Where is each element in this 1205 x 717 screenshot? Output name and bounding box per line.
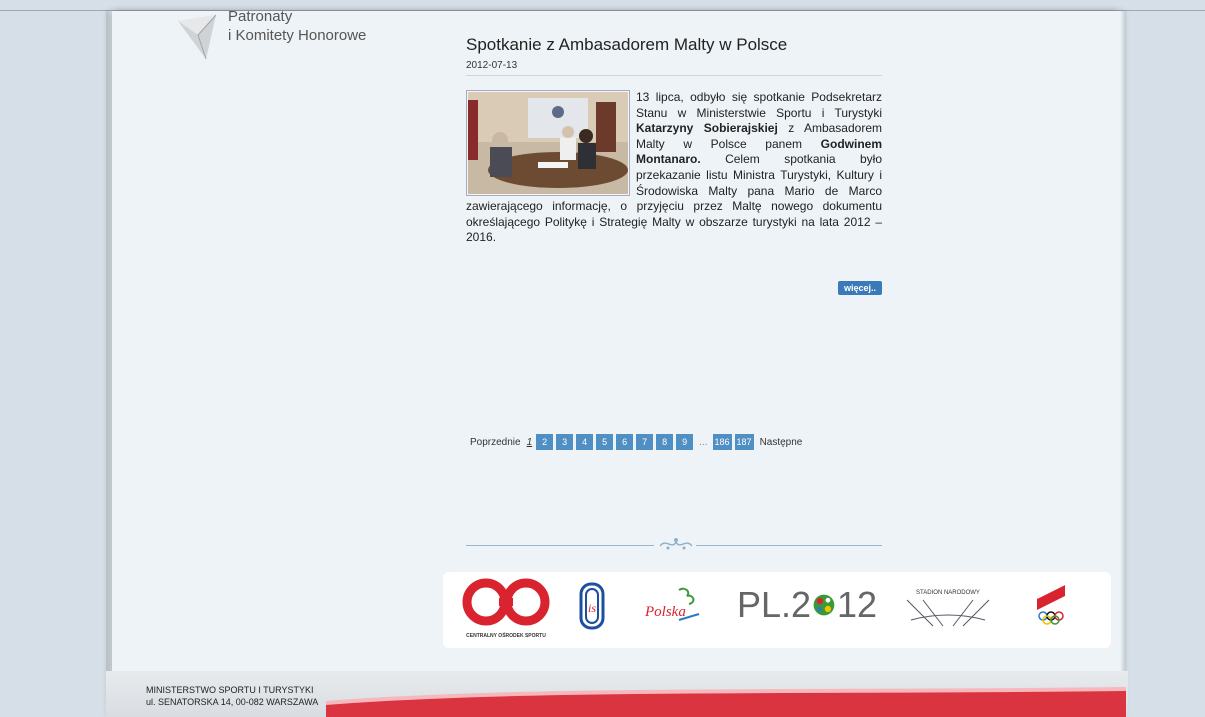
- sport-federation-logo[interactable]: is: [579, 582, 605, 632]
- pagination-page[interactable]: 8: [656, 434, 674, 450]
- polska-text: Polska: [644, 604, 686, 620]
- article-divider: [466, 75, 882, 76]
- pl2012-text-a: PL.2: [737, 584, 812, 625]
- pagination: Poprzednie 1 2 3 4 5 6 7 8 9 ... 186 187…: [470, 433, 802, 451]
- ornament-line-left: [466, 545, 654, 546]
- article-body: 13 lipca, odbyło się spotkanie Podsekret…: [466, 90, 882, 246]
- polska-logo-graphic: Polska: [644, 587, 700, 621]
- stadium-graphic-icon: STADION NARODOWY: [906, 590, 990, 627]
- footer-street-address: ul. SENATORSKA 14, 00-082 WARSZAWA: [146, 697, 319, 707]
- footer-address: MINISTERSTWO SPORTU I TURYSTYKI ul. SENA…: [146, 684, 318, 708]
- pagination-page[interactable]: 6: [616, 434, 634, 450]
- patronaty-link[interactable]: Patronaty i Komitety Honorowe: [172, 8, 392, 61]
- patronaty-label-line2: i Komitety Honorowe: [228, 27, 367, 44]
- svg-text:is: is: [588, 601, 596, 615]
- pagination-page[interactable]: 7: [636, 434, 654, 450]
- stadion-text: STADION NARODOWY: [916, 590, 980, 596]
- pagination-page[interactable]: 5: [596, 434, 614, 450]
- article-date: 2012-07-13: [466, 60, 518, 71]
- pagination-current: 1: [526, 436, 533, 448]
- cos-logo[interactable]: CENTRALNY OŚRODEK SPORTU: [461, 578, 551, 639]
- cos-caption: CENTRALNY OŚRODEK SPORTU: [466, 633, 546, 639]
- ornament-flourish-icon: [659, 538, 693, 550]
- footer-flag-wave: [326, 687, 1126, 717]
- pl2012-logo[interactable]: PL.2 12: [737, 584, 877, 626]
- page-shadow-right: [1120, 11, 1126, 671]
- footer-ministry-name: MINISTERSTWO SPORTU I TURYSTYKI: [146, 685, 314, 695]
- pagination-page[interactable]: 187: [734, 434, 754, 450]
- pagination-page[interactable]: 2: [536, 434, 554, 450]
- pagination-page[interactable]: 9: [676, 434, 694, 450]
- ornament-line-right: [696, 545, 882, 546]
- football-icon: [813, 594, 835, 616]
- article-text-intro: 13 lipca, odbyło się spotkanie Podsekret…: [636, 90, 882, 120]
- pagination-prev[interactable]: Poprzednie: [470, 437, 521, 448]
- meeting-photo-image: [468, 92, 628, 194]
- patronaty-label-line1: Patronaty: [228, 8, 293, 25]
- pagination-page[interactable]: 4: [576, 434, 594, 450]
- cos-emblem-icon: [462, 578, 550, 626]
- paper-plane-icon: [178, 14, 217, 60]
- pl2012-text-b: 12: [836, 584, 877, 625]
- article-photo[interactable]: [466, 90, 630, 196]
- article-text-name1: Katarzyny Sobierajskiej: [636, 121, 778, 136]
- pagination-next[interactable]: Następne: [760, 437, 803, 448]
- article-title[interactable]: Spotkanie z Ambasadorem Malty w Polsce: [466, 34, 882, 56]
- partner-logos-bar: CENTRALNY OŚRODEK SPORTU is Polska PL.2 …: [443, 572, 1111, 648]
- pagination-page[interactable]: 3: [556, 434, 574, 450]
- pagination-ellipsis: ...: [699, 436, 708, 448]
- pagination-page[interactable]: 186: [712, 434, 732, 450]
- olympic-committee-logo[interactable]: [1031, 582, 1071, 632]
- stadion-narodowy-logo[interactable]: STADION NARODOWY: [903, 580, 993, 634]
- polska-tourism-logo[interactable]: Polska: [639, 586, 705, 626]
- news-article: Spotkanie z Ambasadorem Malty w Polsce 2…: [466, 34, 882, 246]
- read-more-button[interactable]: więcej..: [838, 281, 882, 295]
